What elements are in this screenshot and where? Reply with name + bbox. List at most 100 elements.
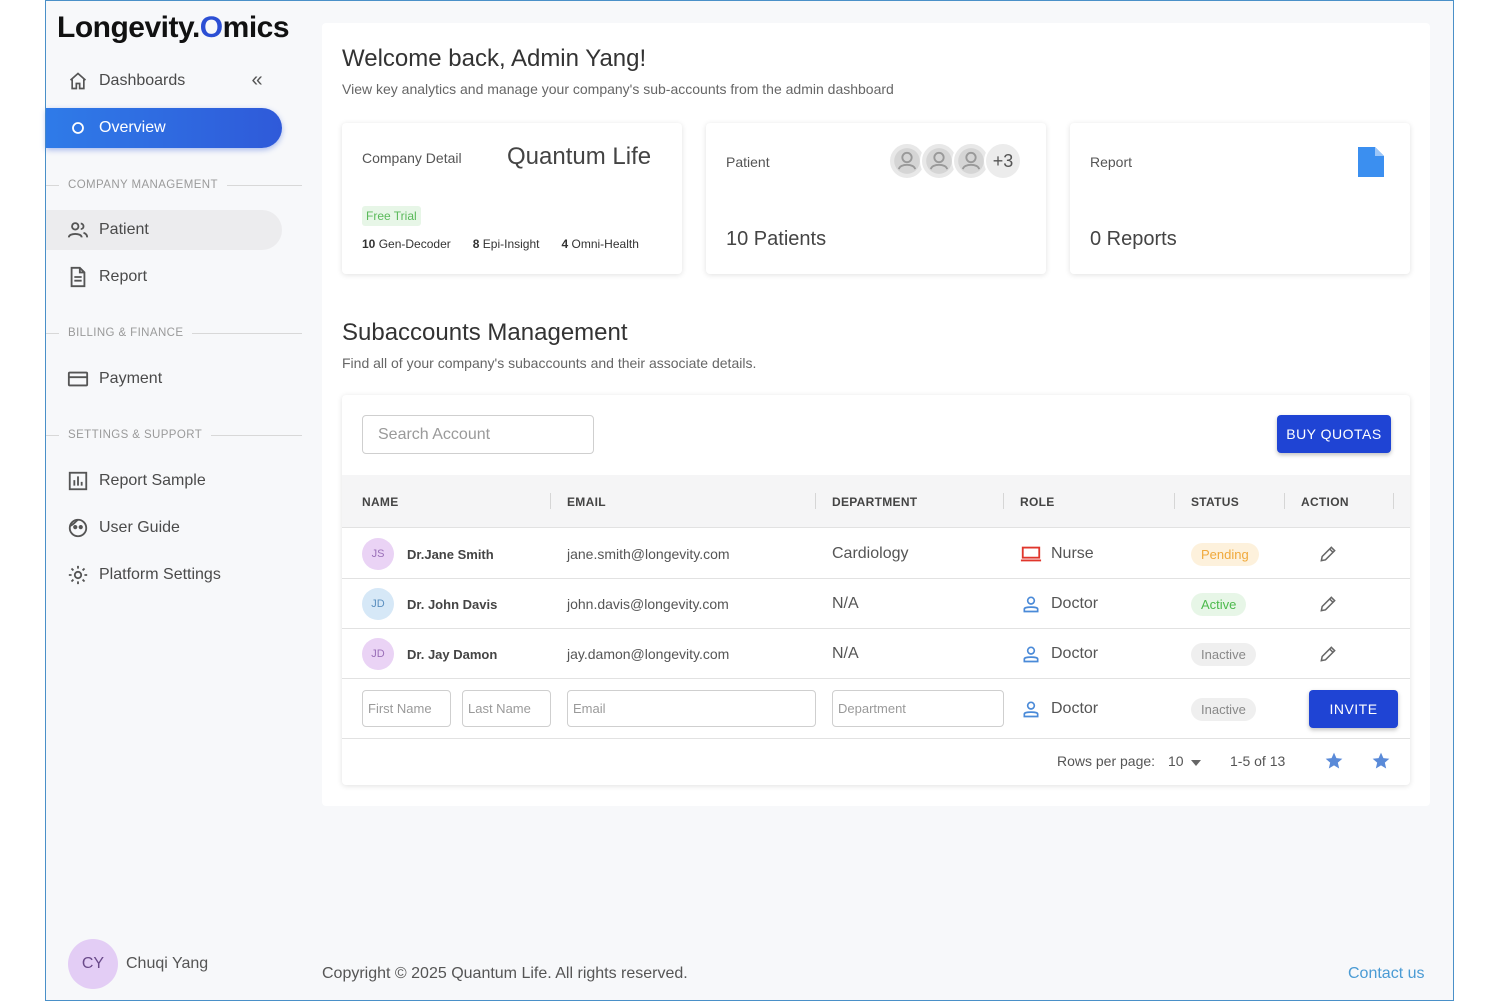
column-header-department[interactable]: DEPARTMENT <box>832 495 917 509</box>
department-cell: Cardiology <box>832 545 909 562</box>
sidebar: Longevity.Omics Dashboards « Overview CO… <box>46 1 302 1000</box>
first-name-input[interactable] <box>362 690 451 727</box>
invite-button[interactable]: INVITE <box>1309 690 1398 728</box>
status-badge: Pending <box>1191 542 1259 566</box>
person-icon <box>1020 593 1042 615</box>
role-cell: Doctor <box>1020 579 1098 629</box>
sidebar-item-report-sample[interactable]: Report Sample <box>46 461 282 501</box>
search-input[interactable] <box>362 415 594 454</box>
contact-us-link[interactable]: Contact us <box>1348 965 1424 983</box>
sidebar-item-label: Patient <box>99 221 149 238</box>
column-divider <box>1284 493 1285 509</box>
account-name: Dr. Jay Damon <box>407 646 498 662</box>
circle-icon <box>67 117 89 139</box>
invite-row: Doctor Inactive INVITE <box>342 679 1410 739</box>
name-cell: JS Dr.Jane Smith <box>362 529 494 579</box>
action-cell <box>1317 529 1339 579</box>
role-cell: Nurse <box>1020 529 1094 579</box>
user-profile[interactable]: CY Chuqi Yang <box>68 939 208 989</box>
bar-chart-icon <box>67 470 89 492</box>
sidebar-item-label: Dashboards <box>99 72 186 89</box>
laptop-icon <box>1020 543 1042 565</box>
email-cell: jay.damon@longevity.com <box>567 646 730 662</box>
person-icon <box>1020 698 1042 720</box>
status-badge: Inactive <box>1191 642 1256 666</box>
brand-logo: Longevity.Omics <box>57 11 290 44</box>
action-cell <box>1317 629 1339 679</box>
app-frame: Longevity.Omics Dashboards « Overview CO… <box>45 0 1454 1001</box>
users-icon <box>67 219 89 241</box>
edit-icon[interactable] <box>1317 543 1339 565</box>
card-label: Company Detail <box>362 150 462 166</box>
role-cell: Doctor <box>1020 629 1098 679</box>
page-range: 1-5 of 13 <box>1230 753 1286 769</box>
edit-icon[interactable] <box>1317 643 1339 665</box>
account-name: Dr.Jane Smith <box>407 546 494 562</box>
table-row[interactable]: JS Dr.Jane Smith jane.smith@longevity.co… <box>342 529 1410 579</box>
action-cell <box>1317 579 1339 629</box>
status-badge: Active <box>1191 592 1247 616</box>
section-company-management: COMPANY MANAGEMENT <box>46 177 302 193</box>
column-header-email[interactable]: EMAIL <box>567 495 606 509</box>
status-cell: Pending <box>1191 529 1259 579</box>
collapse-sidebar-icon[interactable]: « <box>246 69 268 91</box>
email-cell: jane.smith@longevity.com <box>567 546 730 562</box>
card-label: Patient <box>726 154 770 170</box>
star-icon[interactable] <box>1324 751 1344 774</box>
column-divider <box>550 493 551 509</box>
sidebar-item-label: Report Sample <box>99 472 206 489</box>
name-cell: JD Dr. Jay Damon <box>362 629 497 679</box>
card-label: Report <box>1090 154 1133 170</box>
sidebar-item-platform-settings[interactable]: Platform Settings <box>46 555 282 595</box>
status-cell: Active <box>1191 579 1247 629</box>
edit-icon[interactable] <box>1317 593 1339 615</box>
rows-per-page-value: 10 <box>1168 753 1184 769</box>
role-label: Nurse <box>1051 545 1094 562</box>
sidebar-item-overview[interactable]: Overview <box>46 108 282 148</box>
star-icon[interactable] <box>1371 751 1391 774</box>
patient-card[interactable]: Patient +3 10 Patients <box>706 123 1046 274</box>
document-icon <box>67 266 89 288</box>
name-cell: JD Dr. John Davis <box>362 579 497 629</box>
sidebar-item-user-guide[interactable]: User Guide <box>46 508 282 548</box>
column-header-role[interactable]: ROLE <box>1020 495 1055 509</box>
department-input[interactable] <box>832 690 1004 727</box>
column-header-status[interactable]: STATUS <box>1191 495 1239 509</box>
role-label: Doctor <box>1051 595 1099 612</box>
free-trial-badge: Free Trial <box>362 206 421 226</box>
section-billing-finance: BILLING & FINANCE <box>46 325 302 341</box>
avatar: CY <box>68 939 118 989</box>
section-title: Subaccounts Management <box>342 319 628 346</box>
patient-avatars: +3 <box>888 142 1022 180</box>
buy-quotas-button[interactable]: BUY QUOTAS <box>1277 415 1391 453</box>
column-divider <box>815 493 816 509</box>
column-header-name[interactable]: NAME <box>362 495 399 509</box>
column-divider <box>1393 493 1394 509</box>
sidebar-item-patient[interactable]: Patient <box>46 210 282 250</box>
table-header: NAME EMAIL DEPARTMENT ROLE STATUS ACTION <box>342 475 1410 528</box>
gear-icon <box>67 564 89 586</box>
account-name: Dr. John Davis <box>407 596 498 612</box>
report-count: 0 Reports <box>1090 228 1177 250</box>
table-row[interactable]: JD Dr. John Davis john.davis@longevity.c… <box>342 579 1410 629</box>
last-name-input[interactable] <box>462 690 551 727</box>
person-icon <box>1020 643 1042 665</box>
metric-item: 10 Gen-Decoder <box>362 237 451 251</box>
company-detail-card: Company Detail Quantum Life Free Trial 1… <box>342 123 682 274</box>
email-input[interactable] <box>567 690 816 727</box>
sidebar-item-report[interactable]: Report <box>46 257 282 297</box>
metric-item: 8 Epi-Insight <box>472 237 540 251</box>
role-select[interactable]: Doctor <box>1020 679 1098 739</box>
department-cell: N/A <box>832 595 859 612</box>
rows-per-page-select[interactable]: 10 <box>1168 753 1201 769</box>
sidebar-item-label: Platform Settings <box>99 566 221 583</box>
status-cell: Inactive <box>1191 679 1256 739</box>
report-card[interactable]: Report 0 Reports <box>1070 123 1410 274</box>
role-label: Doctor <box>1051 645 1099 662</box>
table-row[interactable]: JD Dr. Jay Damon jay.damon@longevity.com… <box>342 629 1410 679</box>
page-subtitle: View key analytics and manage your compa… <box>342 81 894 97</box>
avatar: JD <box>362 588 394 620</box>
sidebar-item-payment[interactable]: Payment <box>46 359 282 399</box>
avatar: JS <box>362 538 394 570</box>
rows-per-page-label: Rows per page: <box>1057 753 1156 769</box>
